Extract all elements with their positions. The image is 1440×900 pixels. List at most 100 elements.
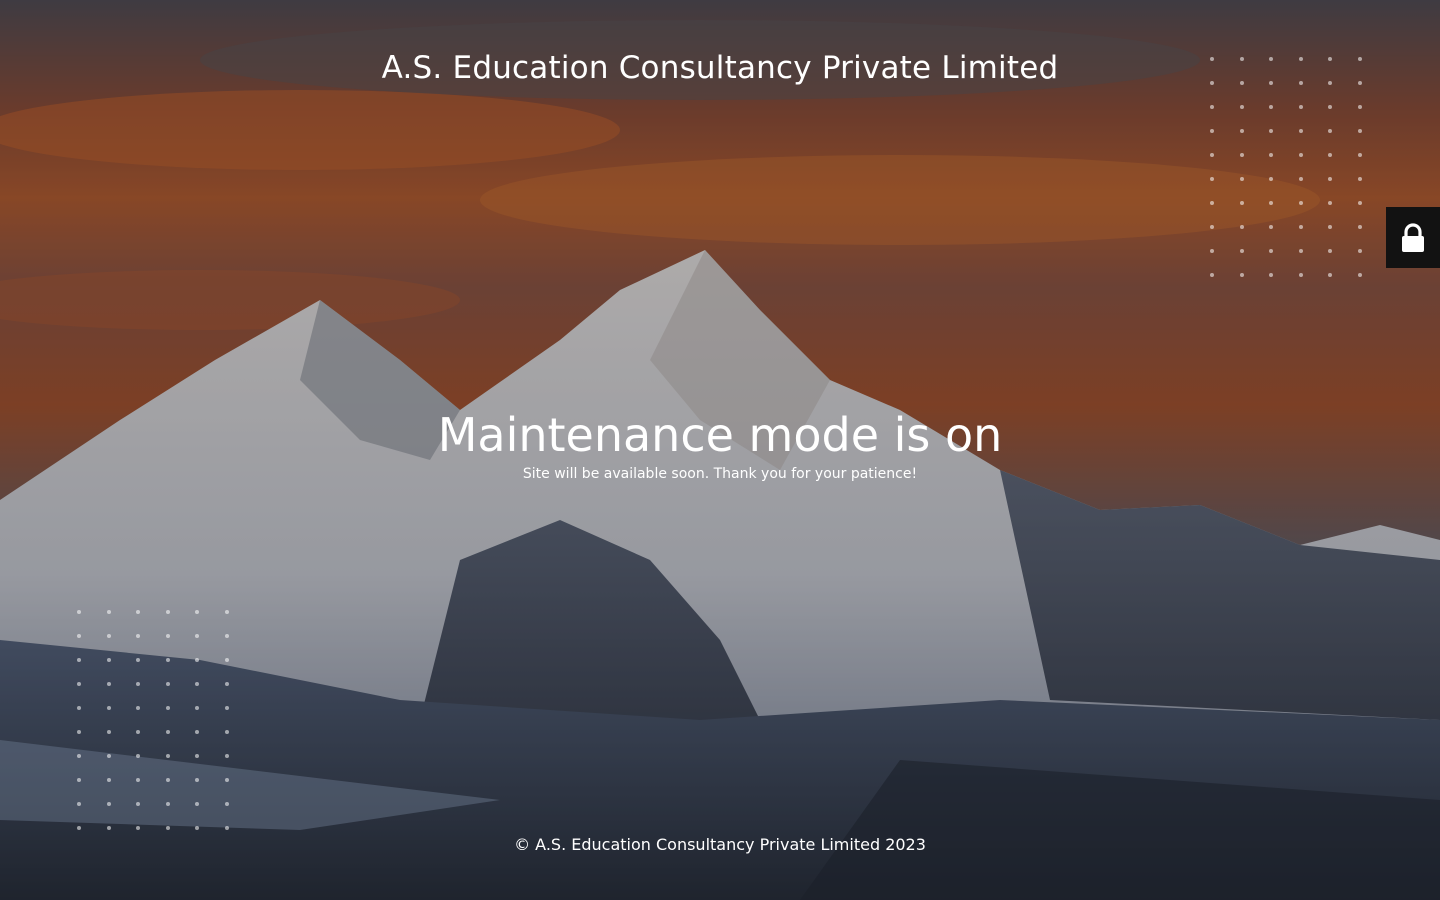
decorative-dot: [1298, 129, 1303, 133]
decorative-dot: [106, 778, 111, 782]
decorative-dot: [165, 658, 170, 662]
decorative-dot: [1328, 249, 1332, 253]
decorative-dot: [77, 634, 81, 638]
decorative-dot: [1357, 153, 1362, 157]
decorative-dot: [165, 730, 170, 734]
decorative-dot-grid: [1210, 57, 1387, 297]
decorative-dot: [224, 802, 229, 806]
decorative-dot: [1298, 177, 1303, 181]
decorative-dot: [165, 802, 170, 806]
decorative-dot: [1357, 129, 1362, 133]
decorative-dot: [136, 802, 140, 806]
decorative-dot: [77, 706, 81, 710]
decorative-dot: [1210, 225, 1214, 229]
decorative-dot: [1357, 249, 1362, 253]
decorative-dot: [1298, 249, 1303, 253]
decorative-dot: [77, 610, 81, 614]
decorative-dot: [224, 706, 229, 710]
decorative-dot: [1210, 177, 1214, 181]
decorative-dot: [106, 682, 111, 686]
decorative-dot: [195, 634, 199, 638]
login-button[interactable]: [1386, 207, 1440, 268]
decorative-dot: [77, 778, 81, 782]
decorative-dot: [1298, 273, 1303, 277]
maintenance-heading: Maintenance mode is on: [437, 408, 1003, 462]
decorative-dot: [136, 682, 140, 686]
decorative-dot: [224, 682, 229, 686]
decorative-dot: [1328, 201, 1332, 205]
decorative-dot: [106, 730, 111, 734]
decorative-dot: [136, 706, 140, 710]
decorative-dot: [77, 682, 81, 686]
decorative-dot: [1298, 153, 1303, 157]
decorative-dot: [1357, 177, 1362, 181]
decorative-dot: [106, 826, 111, 830]
decorative-dot: [224, 778, 229, 782]
decorative-dot: [1269, 177, 1273, 181]
decorative-dot-grid: [77, 610, 254, 850]
decorative-dot: [195, 706, 199, 710]
decorative-dot: [77, 802, 81, 806]
decorative-dot: [77, 754, 81, 758]
decorative-dot: [1239, 201, 1244, 205]
decorative-dot: [136, 634, 140, 638]
decorative-dot: [1298, 225, 1303, 229]
lock-icon: [1402, 222, 1424, 252]
decorative-dot: [106, 658, 111, 662]
decorative-dot: [1210, 201, 1214, 205]
decorative-dot: [106, 634, 111, 638]
footer-copyright: © A.S. Education Consultancy Private Lim…: [514, 835, 926, 854]
decorative-dot: [136, 754, 140, 758]
decorative-dot: [165, 778, 170, 782]
decorative-dot: [165, 634, 170, 638]
decorative-dot: [1269, 153, 1273, 157]
decorative-dot: [224, 730, 229, 734]
decorative-dot: [77, 730, 81, 734]
maintenance-message: Site will be available soon. Thank you f…: [522, 466, 918, 482]
decorative-dot: [195, 802, 199, 806]
decorative-dot: [1298, 105, 1303, 109]
decorative-dot: [1269, 225, 1273, 229]
decorative-dot: [1210, 249, 1214, 253]
decorative-dot: [136, 730, 140, 734]
decorative-dot: [136, 610, 140, 614]
decorative-dot: [1298, 201, 1303, 205]
decorative-dot: [224, 634, 229, 638]
decorative-dot: [195, 730, 199, 734]
decorative-dot: [1239, 177, 1244, 181]
decorative-dot: [224, 610, 229, 614]
decorative-dot: [1210, 273, 1214, 277]
decorative-dot: [1239, 129, 1244, 133]
decorative-dot: [224, 754, 229, 758]
decorative-dot: [1239, 273, 1244, 277]
decorative-dot: [165, 610, 170, 614]
decorative-dot: [165, 754, 170, 758]
decorative-dot: [106, 706, 111, 710]
maintenance-page: A.S. Education Consultancy Private Limit…: [0, 0, 1440, 900]
decorative-dot: [136, 778, 140, 782]
decorative-dot: [165, 706, 170, 710]
decorative-dot: [195, 754, 199, 758]
decorative-dot: [1269, 201, 1273, 205]
decorative-dot: [106, 802, 111, 806]
decorative-dot: [1239, 225, 1244, 229]
decorative-dot: [195, 682, 199, 686]
decorative-dot: [136, 658, 140, 662]
decorative-dot: [1239, 105, 1244, 109]
site-title: A.S. Education Consultancy Private Limit…: [381, 50, 1059, 86]
decorative-dot: [195, 826, 199, 830]
decorative-dot: [1357, 201, 1362, 205]
decorative-dot: [1269, 249, 1273, 253]
decorative-dot: [1357, 225, 1362, 229]
decorative-dot: [1328, 225, 1332, 229]
decorative-dot: [195, 610, 199, 614]
decorative-dot: [1269, 105, 1273, 109]
decorative-dot: [1328, 129, 1332, 133]
decorative-dot: [165, 826, 170, 830]
decorative-dot: [1357, 273, 1362, 277]
decorative-dot: [1328, 105, 1332, 109]
decorative-dot: [1328, 273, 1332, 277]
decorative-dot: [1210, 129, 1214, 133]
decorative-dot: [1239, 249, 1244, 253]
decorative-dot: [224, 658, 229, 662]
